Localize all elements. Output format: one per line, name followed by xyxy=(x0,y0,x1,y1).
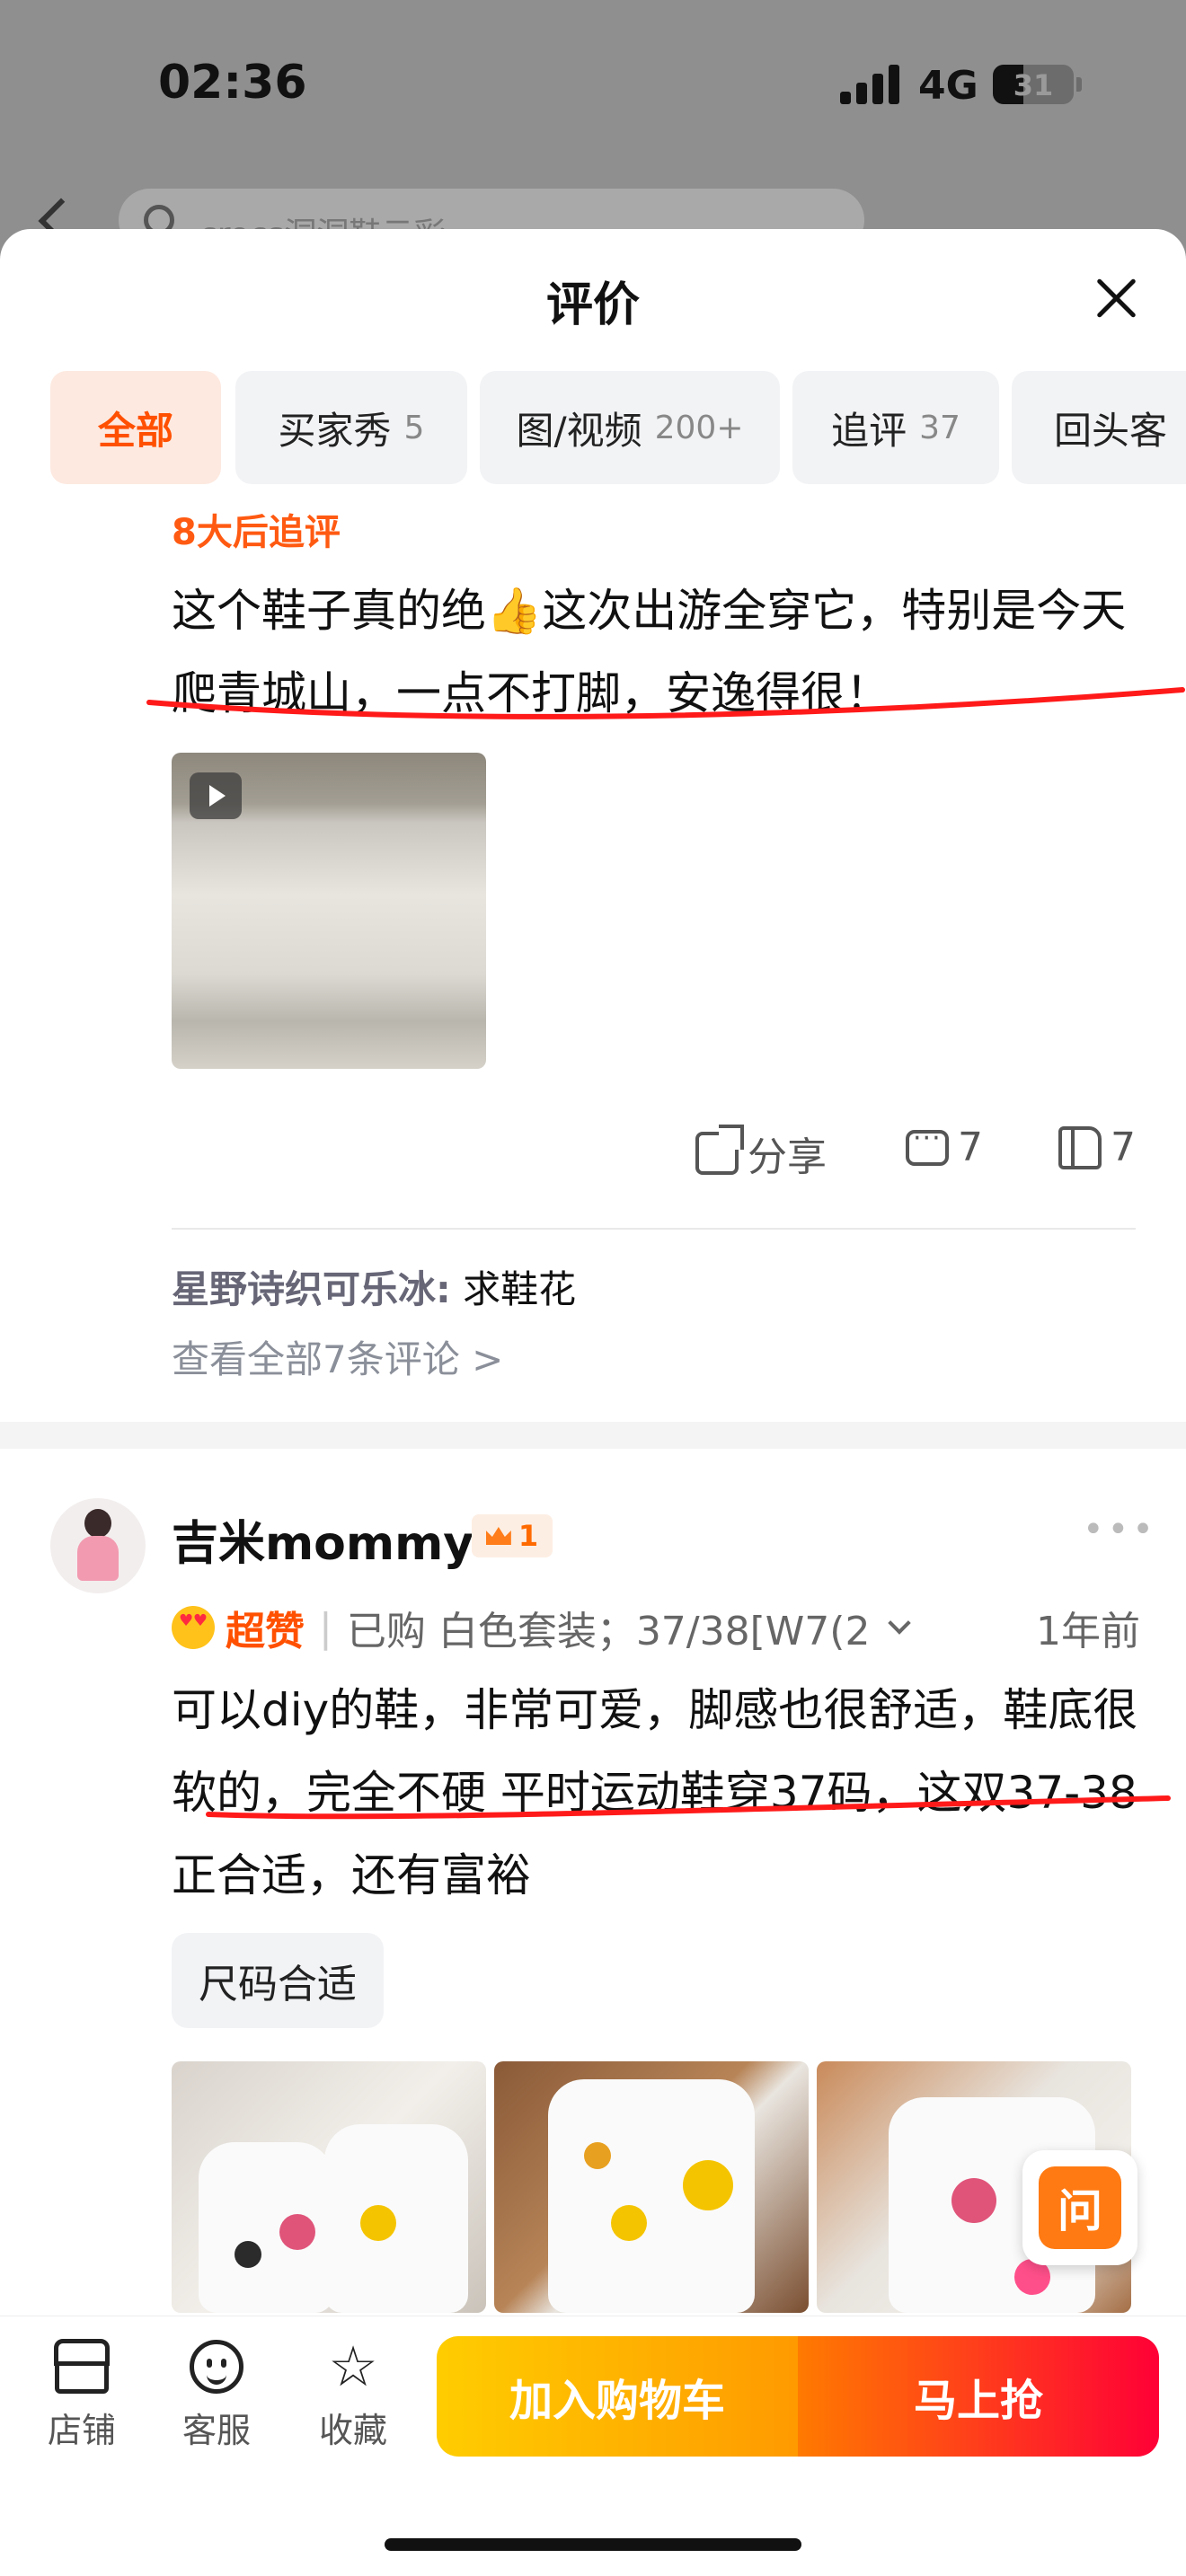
battery-icon: 31 xyxy=(993,65,1074,104)
crown-icon xyxy=(485,1527,511,1545)
size-tag[interactable]: 尺码合适 xyxy=(172,1933,384,2028)
store-button[interactable]: 店铺 xyxy=(32,2339,131,2452)
customer-service-button[interactable]: 客服 xyxy=(167,2340,266,2452)
signal-icon xyxy=(840,65,899,104)
status-time: 02:36 xyxy=(158,56,307,110)
battery-level: 31 xyxy=(1013,68,1054,102)
tab-returning-customer[interactable]: 回头客 xyxy=(1012,371,1186,484)
star-icon: ☆ xyxy=(328,2333,378,2399)
tab-followup[interactable]: 追评 37 xyxy=(792,371,999,484)
review-text: 可以diy的鞋，非常可爱，脚感也很舒适，鞋底很软的，完全不硬 平时运动鞋穿37码… xyxy=(172,1684,1138,1901)
reviewer-name: 吉米mommy xyxy=(172,1517,474,1571)
comment-icon xyxy=(906,1123,949,1166)
buy-now-button[interactable]: 马上抢 xyxy=(798,2336,1159,2457)
review-time: 1年前 xyxy=(1036,1609,1140,1654)
comment-preview[interactable]: 星野诗织可乐冰: 求鞋花 xyxy=(172,1259,576,1314)
member-level-badge: 1 xyxy=(472,1514,553,1557)
status-bar: 02:36 4G 31 xyxy=(0,0,1186,171)
purchased-sku[interactable]: 已购 白色套装；37/38[W7(2 xyxy=(347,1599,871,1656)
more-options-icon[interactable]: ••• xyxy=(1083,1509,1157,1550)
bottom-action-bar: 店铺 客服 ☆ 收藏 加入购物车 马上抢 xyxy=(0,2316,1186,2576)
review-meta: 超赞 | 已购 白色套装；37/38[W7(2 1年前 xyxy=(172,1595,1142,1660)
tab-all[interactable]: 全部 xyxy=(50,371,221,484)
like-button[interactable]: 7 xyxy=(1058,1125,1136,1170)
network-label: 4G xyxy=(918,63,978,109)
thumbs-up-icon xyxy=(1058,1125,1102,1169)
store-icon xyxy=(54,2339,110,2394)
review-photo[interactable] xyxy=(494,2061,809,2313)
share-button[interactable]: 分享 xyxy=(695,1125,827,1182)
heart-eyes-icon xyxy=(172,1606,215,1649)
comment-button[interactable]: 7 xyxy=(906,1123,983,1170)
review-text: 这个鞋子真的绝👍这次出游全穿它，特别是今天爬青城山，一点不打脚，安逸得很！ xyxy=(172,585,1127,719)
filter-tabs: 全部 买家秀 5 图/视频 200+ 追评 37 回头客 xyxy=(50,371,1186,484)
favorite-button[interactable]: ☆ 收藏 xyxy=(304,2333,403,2452)
followup-label: 8大后追评 xyxy=(172,512,341,553)
chevron-down-icon[interactable] xyxy=(888,1611,912,1635)
play-icon xyxy=(190,772,242,819)
review-photo[interactable] xyxy=(172,2061,486,2313)
rating-label: 超赞 xyxy=(226,1609,305,1654)
tab-buyer-show[interactable]: 买家秀 5 xyxy=(235,371,467,484)
customer-service-icon xyxy=(190,2340,243,2394)
add-to-cart-button[interactable]: 加入购物车 xyxy=(437,2336,798,2457)
review-video-thumbnail[interactable] xyxy=(172,753,486,1069)
ask-question-button[interactable]: 问 xyxy=(1022,2150,1137,2265)
share-icon xyxy=(695,1125,744,1175)
sheet-title: 评价 xyxy=(545,278,640,332)
divider xyxy=(172,1228,1136,1230)
review-actions: 分享 7 7 xyxy=(0,1123,1186,1187)
view-all-comments-link[interactable]: 查看全部7条评论 > xyxy=(172,1329,503,1384)
close-icon[interactable] xyxy=(1089,272,1143,326)
section-separator xyxy=(0,1422,1186,1449)
tab-photo-video[interactable]: 图/视频 200+ xyxy=(480,371,780,484)
avatar[interactable] xyxy=(50,1498,146,1593)
home-indicator[interactable] xyxy=(385,2538,801,2551)
